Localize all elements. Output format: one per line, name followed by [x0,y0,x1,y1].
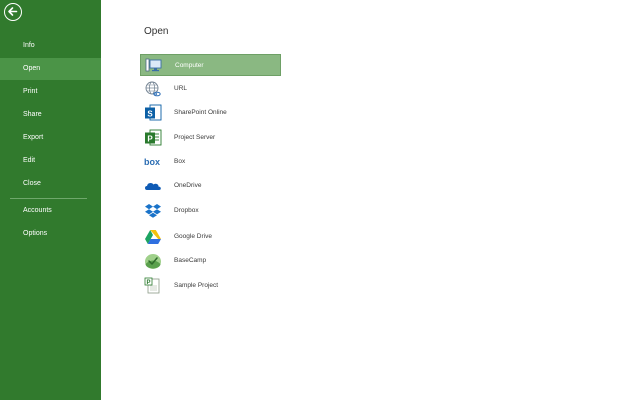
location-label: Computer [175,62,204,69]
page-title: Open [144,26,169,37]
svg-text:S: S [147,109,153,118]
url-globe-icon [145,81,161,97]
location-basecamp[interactable]: BaseCamp [140,250,281,272]
location-label: BaseCamp [174,257,207,264]
back-button[interactable] [4,3,22,21]
location-label: SharePoint Online [174,109,227,116]
sharepoint-icon: S [145,104,162,121]
location-url[interactable]: URL [140,78,281,100]
location-label: Box [174,158,186,165]
location-label: Sample Project [174,282,219,289]
location-project-server[interactable]: P Project Server [140,127,281,149]
sidebar-item-options[interactable]: Options [0,223,101,245]
location-box[interactable]: box Box [140,151,281,173]
back-arrow-icon [8,7,18,16]
location-dropbox[interactable]: Dropbox [140,200,281,222]
google-drive-icon [145,230,161,244]
sidebar-item-open[interactable]: Open [0,58,101,80]
svg-text:P: P [147,134,153,143]
location-sharepoint-online[interactable]: S SharePoint Online [140,102,281,124]
location-google-drive[interactable]: Google Drive [140,226,281,248]
dropbox-icon [145,204,161,218]
location-label: Google Drive [174,233,212,240]
box-icon: box [144,157,160,167]
sidebar-item-print[interactable]: Print [0,81,101,103]
sidebar-item-share[interactable]: Share [0,104,101,126]
computer-icon [145,58,162,72]
sidebar: Info Open Print Share Export Edit Close … [0,0,101,400]
location-onedrive[interactable]: OneDrive [140,175,281,197]
location-label: Dropbox [174,207,199,214]
sidebar-item-export[interactable]: Export [0,127,101,149]
svg-text:box: box [144,157,160,167]
svg-text:P: P [146,280,150,286]
sidebar-item-info[interactable]: Info [0,35,101,57]
sidebar-divider [10,198,87,199]
onedrive-icon [145,183,161,190]
location-computer[interactable]: Computer [140,54,281,76]
basecamp-icon [145,254,161,269]
location-label: URL [174,85,188,92]
project-server-icon: P [145,129,162,146]
sidebar-item-accounts[interactable]: Accounts [0,200,101,222]
location-sample-project[interactable]: P Sample Project [140,275,281,297]
location-label: Project Server [174,134,216,141]
sidebar-item-close[interactable]: Close [0,173,101,195]
sidebar-item-edit[interactable]: Edit [0,150,101,172]
location-label: OneDrive [174,182,202,189]
sample-project-icon: P [144,277,160,294]
